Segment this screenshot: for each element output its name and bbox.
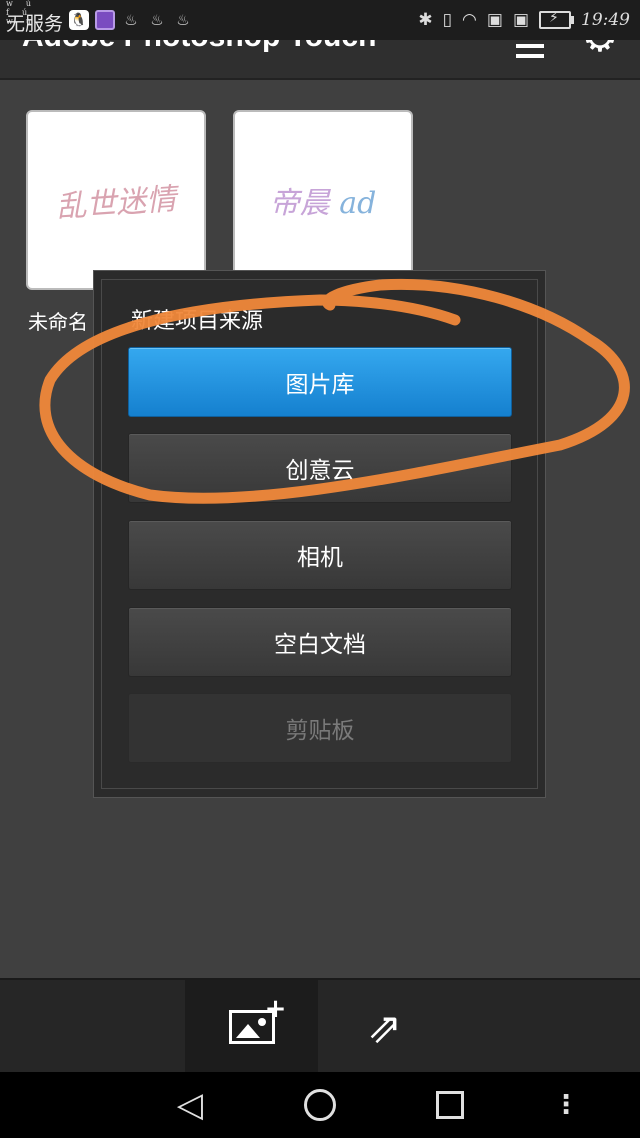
gear-icon[interactable]: ⚙ xyxy=(582,40,618,58)
qq-icon: 🐧 xyxy=(69,10,90,30)
project-thumbnail[interactable]: 乱世迷情 xyxy=(26,110,206,290)
recent-apps-icon[interactable] xyxy=(430,1072,470,1138)
more-icon[interactable]: ⋮ xyxy=(553,1072,579,1138)
creative-cloud-button[interactable]: 创意云 xyxy=(128,433,512,503)
photo-library-button[interactable]: 图片库 xyxy=(128,347,512,417)
carrier-pinyin: wú fú wù xyxy=(6,0,44,26)
thumbnail-art: 帝晨 ad xyxy=(269,186,377,221)
steam-icon: ♨ xyxy=(124,11,138,29)
app-title: Adobe Photoshop Touch xyxy=(22,40,376,54)
sim-icon: ▣ xyxy=(512,10,529,30)
steam-icon: ♨ xyxy=(150,11,164,29)
camera-button[interactable]: 相机 xyxy=(128,520,512,590)
share-button[interactable]: ⇗ xyxy=(318,980,451,1074)
share-icon: ⇗ xyxy=(366,1002,403,1052)
wifi-icon: ◠ xyxy=(462,10,477,30)
dialog-title: 新建项目来源 xyxy=(131,309,264,334)
back-icon[interactable]: ◁ xyxy=(170,1072,210,1138)
system-nav-bar: ◁ ⋮ xyxy=(0,1072,640,1138)
carrier-label: wú fú wù 无服务 xyxy=(6,0,64,35)
sim-icon: ▣ xyxy=(486,10,503,30)
new-project-source-dialog: 新建项目来源 图片库 创意云 相机 空白文档 剪贴板 xyxy=(93,270,546,798)
blank-document-button[interactable]: 空白文档 xyxy=(128,607,512,677)
thumbnail-art: 乱世迷情 xyxy=(55,181,178,226)
bluetooth-icon: ✱ xyxy=(418,10,433,30)
bottom-toolbar: + ⇗ xyxy=(0,978,640,1074)
steam-icon: ♨ xyxy=(176,11,190,29)
clipboard-button: 剪贴板 xyxy=(128,693,512,763)
clock: 19:49 xyxy=(581,10,630,30)
project-name-label: 未命名 xyxy=(28,310,88,334)
app-header: Adobe Photoshop Touch ⚙ xyxy=(0,40,640,80)
hamburger-menu-icon[interactable] xyxy=(516,40,544,64)
vibrate-icon: ▯ xyxy=(442,10,453,30)
gallery-icon xyxy=(95,10,116,30)
battery-charging-icon: ⚡ xyxy=(539,10,574,29)
status-bar: wú fú wù 无服务 🐧 ♨ ♨ ♨ ✱ ▯ ◠ ▣ ▣ ⚡ 19:49 xyxy=(0,0,640,40)
project-thumbnail[interactable]: 帝晨 ad xyxy=(233,110,413,290)
home-icon[interactable] xyxy=(300,1072,340,1138)
new-project-button[interactable]: + xyxy=(185,980,318,1074)
